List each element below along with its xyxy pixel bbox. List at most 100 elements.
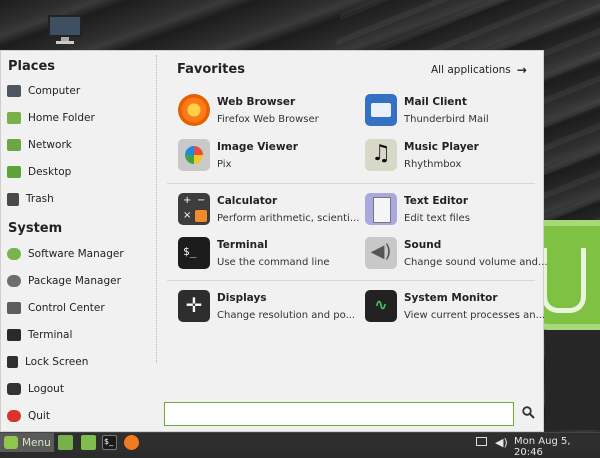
places-item-label: Trash <box>26 193 54 205</box>
volume-icon[interactable]: ◀) <box>495 436 508 449</box>
app-description: View current processes an... <box>404 310 546 321</box>
app-displays[interactable]: ✛ Displays Change resolution and po... <box>178 289 356 325</box>
system-item-label: Package Manager <box>28 275 121 287</box>
file-manager-icon[interactable] <box>58 435 73 450</box>
system-item-quit[interactable]: Quit <box>7 405 152 427</box>
folder-icon[interactable] <box>81 435 96 450</box>
system-item-lock-screen[interactable]: Lock Screen <box>7 351 152 373</box>
menu-button-label: Menu <box>22 436 51 449</box>
system-item-label: Quit <box>28 410 50 422</box>
menu-sidebar: Places Computer Home Folder Network Desk… <box>1 51 156 431</box>
arrow-right-icon: → <box>516 63 527 77</box>
app-calculator[interactable]: + − × Calculator Perform arithmetic, scie… <box>178 192 359 228</box>
network-icon <box>7 139 21 151</box>
mint-menu-icon <box>4 436 18 449</box>
places-item-computer[interactable]: Computer <box>7 80 152 102</box>
text-editor-icon <box>365 193 397 225</box>
places-item-network[interactable]: Network <box>7 134 152 156</box>
places-item-label: Desktop <box>28 166 72 178</box>
app-description: Use the command line <box>217 257 330 268</box>
app-description: Pix <box>217 159 232 170</box>
terminal-icon: $_ <box>178 237 210 269</box>
app-name: Image Viewer <box>217 141 298 153</box>
app-description: Edit text files <box>404 213 470 224</box>
app-description: Firefox Web Browser <box>217 114 319 125</box>
app-name: Text Editor <box>404 195 469 207</box>
system-item-label: Software Manager <box>28 248 124 260</box>
system-item-label: Control Center <box>28 302 105 314</box>
package-manager-icon <box>7 275 21 287</box>
terminal-icon <box>7 329 21 341</box>
notifications-icon[interactable] <box>476 437 487 446</box>
all-applications-button[interactable]: All applications → <box>431 63 527 77</box>
app-description: Change sound volume and... <box>404 257 548 268</box>
places-item-home-folder[interactable]: Home Folder <box>7 107 152 129</box>
app-text-editor[interactable]: Text Editor Edit text files <box>365 192 540 228</box>
firefox-icon[interactable] <box>124 435 139 450</box>
favorites-divider <box>167 280 535 281</box>
search-input[interactable] <box>164 402 514 426</box>
app-name: Calculator <box>217 195 278 207</box>
app-name: Sound <box>404 239 442 251</box>
desktop-computer-icon[interactable] <box>48 15 82 44</box>
system-item-label: Lock Screen <box>25 356 89 368</box>
places-item-desktop[interactable]: Desktop <box>7 161 152 183</box>
system-item-control-center[interactable]: Control Center <box>7 297 152 319</box>
app-description: Rhythmbox <box>404 159 462 170</box>
app-description: Change resolution and po... <box>217 310 356 321</box>
home-folder-icon <box>7 112 21 124</box>
computer-icon <box>7 85 21 97</box>
favorites-divider <box>167 183 535 184</box>
app-music-player[interactable]: ♫ Music Player Rhythmbox <box>365 138 540 174</box>
app-name: Displays <box>217 292 267 304</box>
app-mail-client[interactable]: Mail Client Thunderbird Mail <box>365 93 540 129</box>
app-description: Thunderbird Mail <box>404 114 489 125</box>
wallpaper-shadow <box>545 330 600 430</box>
app-name: Terminal <box>217 239 268 251</box>
trash-icon <box>7 192 19 206</box>
mail-icon <box>365 94 397 126</box>
search-icon[interactable] <box>522 406 536 422</box>
sidebar-divider <box>156 55 157 363</box>
places-item-label: Network <box>28 139 72 151</box>
firefox-icon <box>178 94 210 126</box>
sound-icon: ◀) <box>365 237 397 269</box>
system-item-software-manager[interactable]: Software Manager <box>7 243 152 265</box>
app-system-monitor[interactable]: ∿ System Monitor View current processes … <box>365 289 545 325</box>
system-item-label: Terminal <box>28 329 73 341</box>
system-item-terminal[interactable]: Terminal <box>7 324 152 346</box>
app-terminal[interactable]: $_ Terminal Use the command line <box>178 236 353 272</box>
app-sound[interactable]: ◀) Sound Change sound volume and... <box>365 236 548 272</box>
system-item-package-manager[interactable]: Package Manager <box>7 270 152 292</box>
image-viewer-icon <box>178 139 210 171</box>
places-title: Places <box>8 59 56 74</box>
control-center-icon <box>7 302 21 314</box>
all-applications-label: All applications <box>431 64 511 76</box>
taskbar: Menu $_ ◀) Mon Aug 5, 20:46 <box>0 432 600 458</box>
places-item-label: Computer <box>28 85 81 97</box>
app-image-viewer[interactable]: Image Viewer Pix <box>178 138 353 174</box>
app-name: Web Browser <box>217 96 296 108</box>
system-item-label: Logout <box>28 383 64 395</box>
logout-icon <box>7 383 21 395</box>
menu-button[interactable]: Menu <box>0 433 54 452</box>
places-item-trash[interactable]: Trash <box>7 188 152 210</box>
app-web-browser[interactable]: Web Browser Firefox Web Browser <box>178 93 353 129</box>
app-description: Perform arithmetic, scienti... <box>217 213 360 224</box>
system-item-logout[interactable]: Logout <box>7 378 152 400</box>
system-title: System <box>8 221 63 236</box>
favorites-title: Favorites <box>177 62 245 77</box>
app-name: System Monitor <box>404 292 498 304</box>
music-icon: ♫ <box>365 139 397 171</box>
app-name: Music Player <box>404 141 479 153</box>
software-manager-icon <box>7 248 21 260</box>
clock[interactable]: Mon Aug 5, 20:46 <box>514 436 600 458</box>
lock-icon <box>7 356 18 368</box>
terminal-icon[interactable]: $_ <box>102 435 117 450</box>
power-icon <box>7 410 21 422</box>
app-name: Mail Client <box>404 96 467 108</box>
desktop-icon <box>7 166 21 178</box>
displays-icon: ✛ <box>178 290 210 322</box>
system-monitor-icon: ∿ <box>365 290 397 322</box>
start-menu: Places Computer Home Folder Network Desk… <box>0 50 548 432</box>
